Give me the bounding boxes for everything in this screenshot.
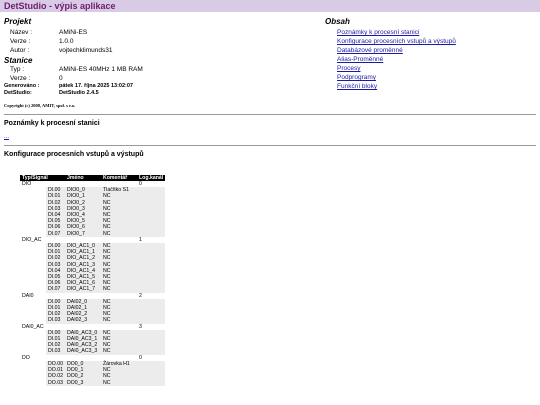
detstudio-value: DetStudio 2.4.5 bbox=[59, 90, 99, 96]
indent-cell bbox=[20, 379, 46, 386]
contents-link-subroutines[interactable]: Podprogramy bbox=[337, 74, 376, 81]
copyright: Copyright (c) 2008, AMIT, spol. s r.o. bbox=[4, 103, 76, 108]
comment-cell: NC bbox=[101, 379, 137, 386]
notes-heading: Poznámky k procesní stanici bbox=[4, 120, 100, 127]
signal-cell: DO.03 bbox=[46, 379, 65, 386]
project-name-value: AMiNi-ES bbox=[59, 29, 88, 36]
contents-link-processes[interactable]: Procesy bbox=[337, 65, 360, 72]
log-channel-cell bbox=[137, 379, 166, 386]
station-version-value: 0 bbox=[59, 75, 63, 82]
contents-link-alias-variables[interactable]: Alias-Proměnné bbox=[337, 56, 383, 63]
name-cell: DO0_3 bbox=[65, 379, 101, 386]
signal-cell: DO.02 bbox=[46, 373, 65, 380]
project-version-label: Verze : bbox=[10, 38, 31, 45]
station-type-value: AMiNi-ES 40MHz 1 MB RAM bbox=[59, 66, 143, 73]
divider bbox=[4, 145, 536, 146]
station-version-label: Verze : bbox=[10, 75, 31, 82]
detstudio-label: DetStudio: bbox=[4, 90, 32, 96]
page-title: DetStudio - výpis aplikace bbox=[4, 1, 116, 11]
project-author-value: vojtechklimunds31 bbox=[59, 47, 113, 54]
contents-link-io-config[interactable]: Konfigurace procesních vstupů a výstupů bbox=[337, 38, 456, 45]
divider bbox=[4, 114, 536, 115]
generated-value: pátek 17. října 2025 13:02:07 bbox=[59, 83, 133, 89]
project-name-label: Název : bbox=[10, 29, 33, 36]
io-config-heading: Konfigurace procesních vstupů a výstupů bbox=[4, 151, 144, 158]
project-heading: Projekt bbox=[4, 17, 32, 26]
io-config-table: Typ/Signál Jméno Komentář Log.kanál DIO 0… bbox=[20, 175, 166, 386]
name-cell: DAI0_AC3_3 bbox=[65, 348, 101, 355]
contents-heading: Obsah bbox=[325, 17, 350, 26]
contents-link-notes[interactable]: Poznámky k procesní stanici bbox=[337, 29, 419, 36]
station-type-label: Typ : bbox=[10, 66, 25, 73]
table-row: DO.03 DO0_3 NC bbox=[20, 379, 166, 386]
generated-label: Generováno : bbox=[4, 83, 40, 89]
station-heading: Stanice bbox=[4, 56, 33, 65]
contents-link-db-variables[interactable]: Databázové proměnné bbox=[337, 47, 403, 54]
notes-link[interactable]: ... bbox=[4, 134, 9, 140]
project-version-value: 1.0.0 bbox=[59, 38, 74, 45]
contents-link-function-blocks[interactable]: Funkční bloky bbox=[337, 83, 377, 90]
project-author-label: Autor : bbox=[10, 47, 30, 54]
title-bar: DetStudio - výpis aplikace bbox=[0, 0, 540, 12]
